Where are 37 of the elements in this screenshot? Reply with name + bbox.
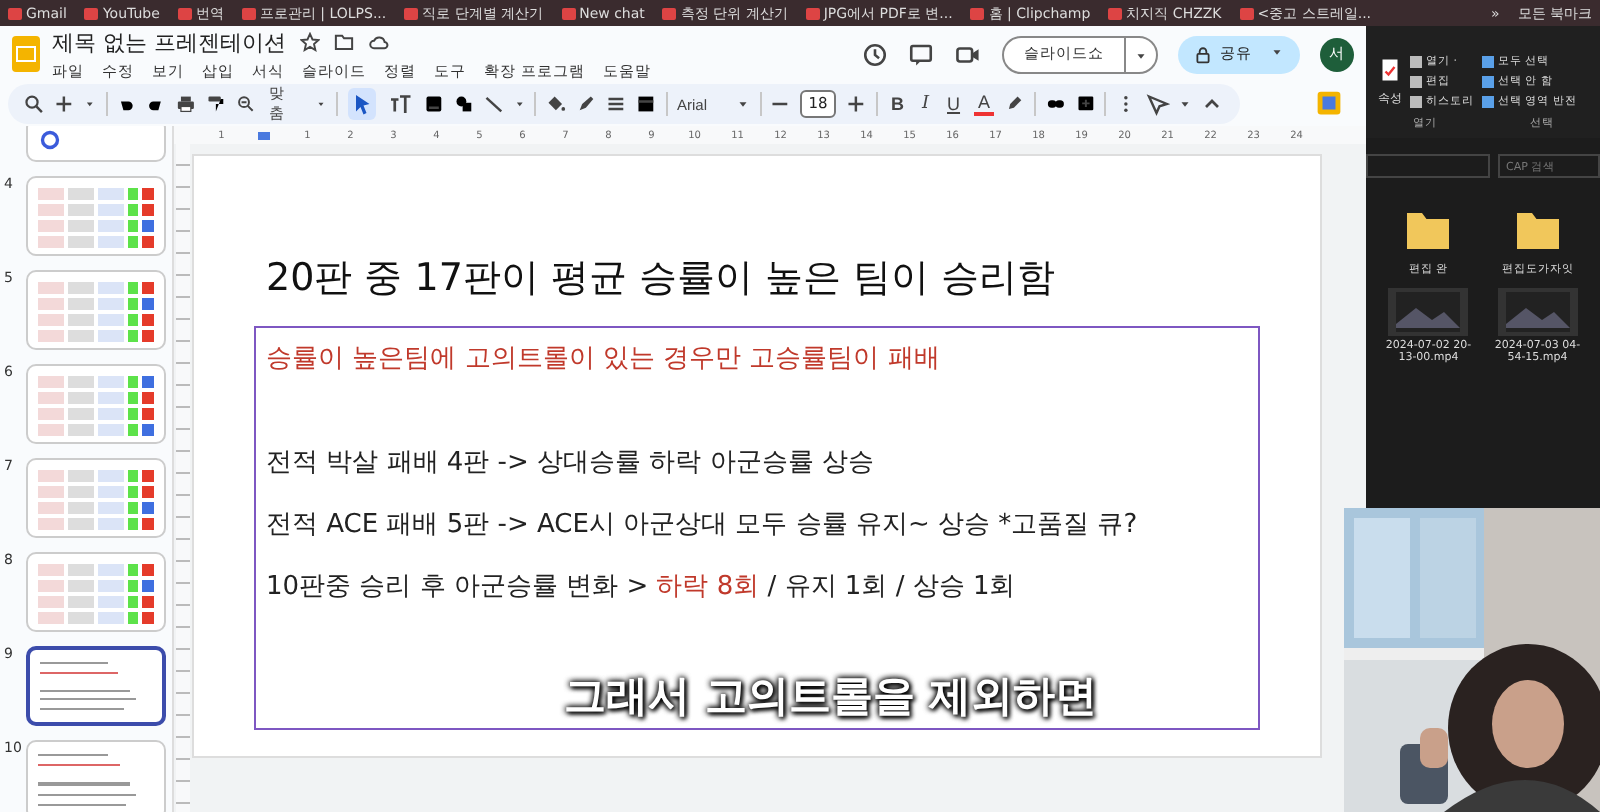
- document-title[interactable]: 제목 없는 프레젠테이션: [52, 27, 286, 57]
- folder-icon[interactable]: [334, 32, 354, 52]
- border-weight-icon[interactable]: [605, 92, 626, 116]
- comment-icon[interactable]: [908, 41, 934, 67]
- shapes-icon[interactable]: [453, 92, 474, 116]
- line-icon[interactable]: [483, 92, 504, 116]
- slide-thumbnail[interactable]: [26, 646, 166, 726]
- checklist-icon[interactable]: [1378, 54, 1402, 86]
- text-box-icon[interactable]: [387, 92, 412, 116]
- slide-title: 20판 중 17판이 평균 승률이 높은 팀이 승리함: [266, 254, 1058, 304]
- plus-icon[interactable]: [53, 92, 74, 116]
- paint-bucket-icon[interactable]: [546, 92, 567, 116]
- video-thumbnail-icon[interactable]: [1388, 288, 1469, 336]
- video-thumbnail-icon[interactable]: [1497, 288, 1578, 336]
- bold-button[interactable]: B: [886, 94, 908, 114]
- gemini-panel-icon[interactable]: [1316, 89, 1342, 115]
- lock-icon[interactable]: [1194, 45, 1212, 63]
- star-icon[interactable]: [300, 32, 320, 52]
- camera-icon[interactable]: [954, 41, 982, 67]
- zoom-icon[interactable]: [235, 92, 256, 116]
- subtitle: 그래서 고의트롤을 제외하면: [564, 670, 1098, 724]
- slide-text: 전적 박살 패배 4판 -> 상대승률 하락 아군승률 상승: [266, 446, 876, 480]
- search-icon[interactable]: [24, 92, 44, 116]
- history-icon[interactable]: [862, 41, 888, 67]
- plus-icon[interactable]: [845, 92, 866, 116]
- text-color-button[interactable]: A: [974, 92, 995, 116]
- slide-text: 승률이 높은팀에 고의트롤이 있는 경우만 고승률팀이 패배: [266, 342, 942, 376]
- pointer-icon[interactable]: [1146, 92, 1171, 116]
- paint-format-icon[interactable]: [205, 92, 226, 116]
- printer-icon[interactable]: [176, 92, 196, 116]
- underline-button[interactable]: U: [943, 94, 965, 114]
- italic-button[interactable]: I: [917, 94, 934, 114]
- comment-add-icon[interactable]: [1075, 92, 1095, 116]
- slide-text: 10판중 승리 후 아군승률 변화 > 하락 8회 / 유지 1회 / 상승 1회: [266, 570, 1018, 604]
- pen-icon[interactable]: [576, 92, 596, 116]
- cloud-icon[interactable]: [368, 32, 390, 52]
- slide-text: 전적 ACE 패배 5판 -> ACE시 아군상대 모두 승률 유지~ 상승 *고품질 큐?: [266, 508, 1140, 542]
